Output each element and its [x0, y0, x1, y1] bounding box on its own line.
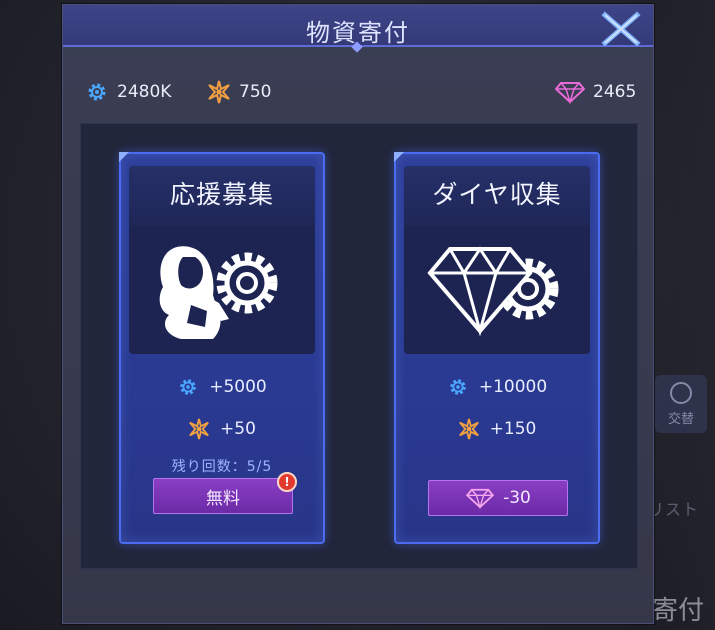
diamond-collect-card[interactable]: ダイヤ収集 +10000 +150 -30 — [394, 152, 600, 544]
reward-gear: +10000 — [396, 376, 598, 398]
alert-badge: ! — [277, 472, 297, 492]
donate-label-bg: 寄付 — [652, 596, 705, 626]
reward-star: +50 — [121, 418, 323, 440]
gear-icon — [180, 379, 197, 395]
reward-amount: +5000 — [209, 377, 267, 397]
reward-amount: +150 — [489, 419, 537, 439]
title-bar: 物資寄付 — [63, 5, 653, 53]
diamond-cost-label: -30 — [503, 488, 531, 508]
star-amount: 750 — [239, 82, 272, 102]
gear-currency: 2480K — [85, 77, 171, 107]
close-icon — [601, 11, 641, 47]
cards-panel: 応援募集 +5000 +50 残り回数：5/5 無料 ! ダイヤ収集 +1000… — [80, 123, 638, 569]
list-label-bg: リスト — [648, 500, 700, 519]
diamond-gear-art — [404, 226, 590, 354]
swap-label: 交替 — [667, 411, 694, 427]
gear-amount: 2480K — [117, 82, 172, 102]
card-title: 応援募集 — [129, 166, 315, 226]
swap-icon — [670, 381, 692, 404]
donation-dialog: 物資寄付 2480K 750 2465 応援募集 +5000 +50 残り回数：… — [62, 4, 654, 624]
reward-star: +150 — [396, 418, 598, 440]
star-currency: 750 — [207, 77, 271, 107]
diamond-icon — [466, 488, 495, 509]
support-recruit-card[interactable]: 応援募集 +5000 +50 残り回数：5/5 無料 ! — [119, 152, 325, 544]
background-edge — [645, 0, 715, 630]
swap-button-bg: 交替 — [655, 375, 707, 433]
diamond-icon — [555, 82, 585, 104]
reward-amount: +50 — [220, 419, 256, 439]
diamond-gear-icon — [427, 246, 559, 337]
reward-amount: +10000 — [478, 377, 548, 397]
gear-icon — [88, 83, 106, 101]
free-button-label: 無料 — [206, 488, 240, 509]
card-title: ダイヤ収集 — [404, 166, 590, 226]
star-burst-icon — [189, 418, 209, 440]
character-gear-icon — [159, 246, 278, 339]
diamond-cost-button[interactable]: -30 — [428, 480, 568, 516]
gem-amount: 2465 — [593, 82, 637, 102]
close-button[interactable] — [599, 11, 643, 47]
star-burst-icon — [208, 80, 230, 104]
gem-currency: 2465 — [555, 77, 636, 107]
gear-icon — [450, 379, 466, 395]
reward-gear: +5000 — [121, 376, 323, 398]
star-burst-icon — [458, 418, 479, 440]
character-gear-art — [129, 226, 315, 354]
free-button[interactable]: 無料 — [153, 478, 293, 514]
